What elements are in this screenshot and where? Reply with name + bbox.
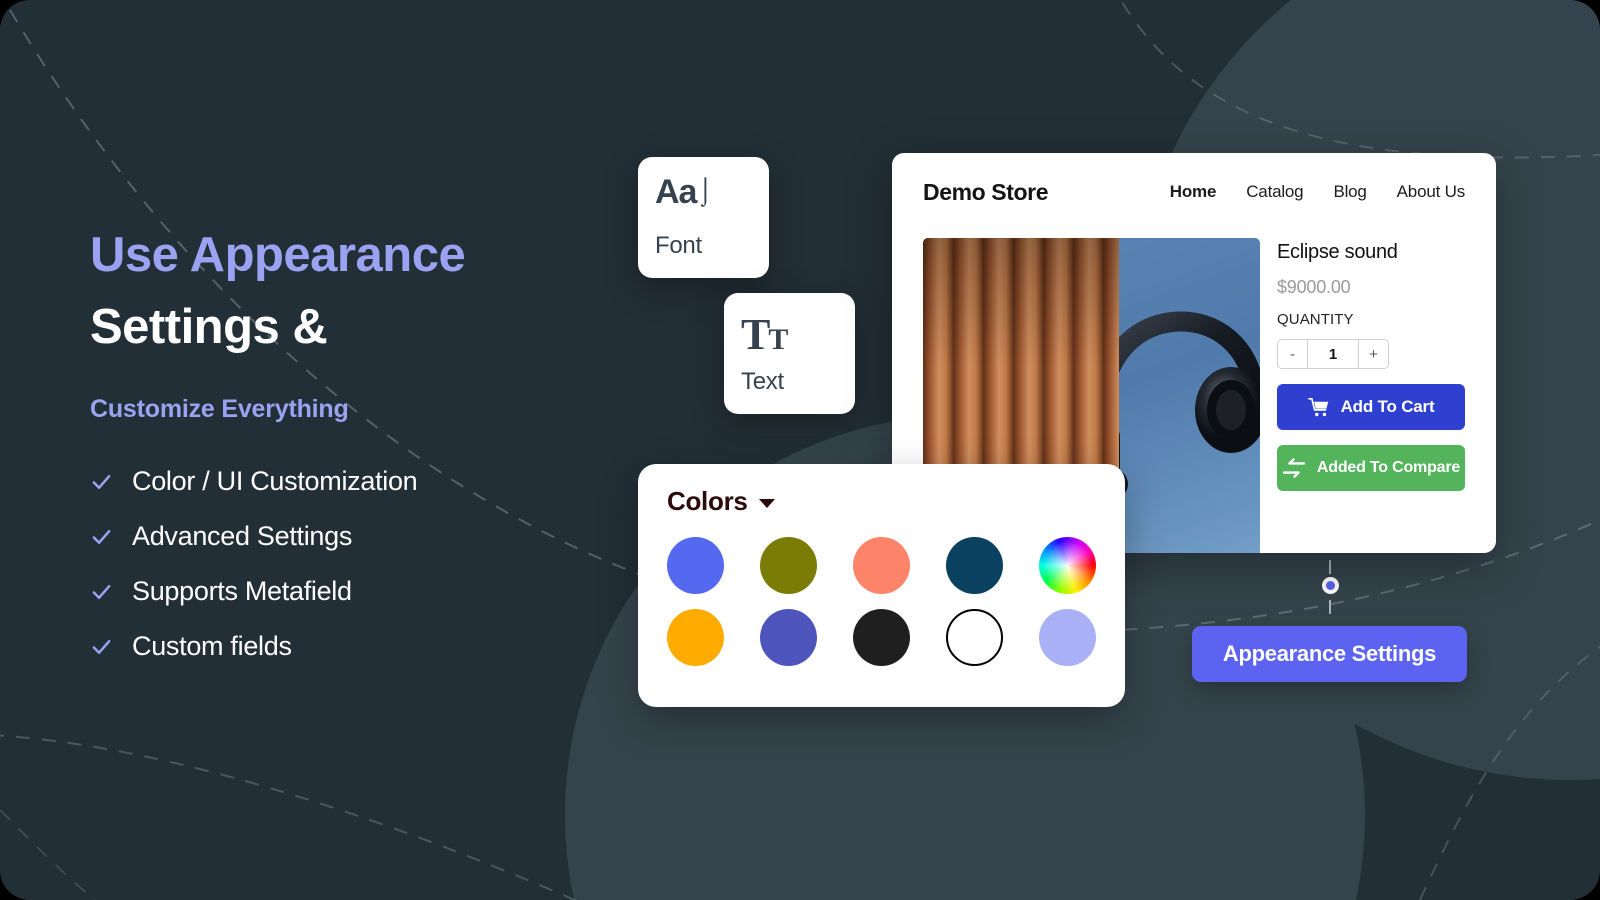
compare-arrows-icon bbox=[1282, 458, 1306, 478]
swatch-color-wheel[interactable] bbox=[1039, 537, 1096, 594]
shopping-cart-icon bbox=[1307, 397, 1328, 417]
connector-line-bottom bbox=[1329, 600, 1331, 614]
swatch-white[interactable] bbox=[946, 609, 1003, 666]
list-item-label: Color / UI Customization bbox=[132, 465, 418, 496]
list-item: Supports Metafield bbox=[90, 576, 650, 607]
connector-line-top bbox=[1329, 560, 1331, 574]
swatch-indigo[interactable] bbox=[760, 609, 817, 666]
connector-dot-inner bbox=[1326, 581, 1335, 590]
swatch-royal-blue[interactable] bbox=[667, 537, 724, 594]
check-icon bbox=[92, 639, 111, 654]
text-cursor-icon: ⌡ bbox=[697, 175, 713, 205]
list-item-label: Custom fields bbox=[132, 630, 292, 661]
swatch-amber[interactable] bbox=[667, 609, 724, 666]
chevron-down-icon[interactable] bbox=[758, 499, 775, 508]
font-setting-card[interactable]: Aa ⌡ Font bbox=[638, 157, 769, 278]
subheadline: Customize Everything bbox=[90, 394, 349, 423]
list-item-label: Supports Metafield bbox=[132, 575, 352, 606]
swatch-periwinkle[interactable] bbox=[1039, 609, 1096, 666]
check-icon bbox=[92, 584, 111, 599]
nav-item-home[interactable]: Home bbox=[1170, 182, 1217, 202]
list-item: Custom fields bbox=[90, 631, 650, 662]
swatch-near-black[interactable] bbox=[853, 609, 910, 666]
check-icon bbox=[92, 529, 111, 544]
quantity-stepper[interactable]: - 1 + bbox=[1277, 339, 1389, 369]
product-title: Eclipse sound bbox=[1277, 241, 1398, 263]
nav-item-blog[interactable]: Blog bbox=[1333, 182, 1366, 202]
list-item: Advanced Settings bbox=[90, 521, 650, 552]
swatch-deep-teal[interactable] bbox=[946, 537, 1003, 594]
colors-panel-header[interactable]: Colors bbox=[667, 486, 775, 517]
quantity-decrement-button[interactable]: - bbox=[1278, 340, 1308, 368]
product-price: $9000.00 bbox=[1277, 277, 1351, 297]
store-brand: Demo Store bbox=[923, 178, 1049, 205]
hero-copy: Use Appearance Settings & Customize Ever… bbox=[90, 228, 650, 686]
feature-list: Color / UI Customization Advanced Settin… bbox=[90, 466, 650, 662]
product-info: Eclipse sound $9000.00 QUANTITY - 1 + Ad… bbox=[1277, 241, 1477, 491]
headline-line-1: Use Appearance bbox=[90, 228, 466, 282]
text-card-label: Text bbox=[741, 368, 784, 395]
list-item: Color / UI Customization bbox=[90, 466, 650, 497]
store-nav: Home Catalog Blog About Us bbox=[1170, 182, 1465, 202]
quantity-increment-button[interactable]: + bbox=[1358, 340, 1388, 368]
list-item-label: Advanced Settings bbox=[132, 520, 353, 551]
check-icon bbox=[92, 474, 111, 489]
headline-line-2: Settings & bbox=[90, 299, 328, 354]
store-header: Demo Store Home Catalog Blog About Us bbox=[892, 153, 1496, 231]
nav-item-catalog[interactable]: Catalog bbox=[1246, 182, 1303, 202]
promo-canvas: Use Appearance Settings & Customize Ever… bbox=[0, 0, 1600, 900]
add-to-cart-label: Add To Cart bbox=[1340, 397, 1435, 416]
quantity-label: QUANTITY bbox=[1277, 311, 1354, 328]
text-setting-card[interactable]: TT Text bbox=[724, 293, 855, 414]
added-to-compare-label: Added To Compare bbox=[1316, 459, 1461, 476]
text-glyph: TT bbox=[741, 310, 789, 359]
nav-item-about-us[interactable]: About Us bbox=[1397, 182, 1466, 202]
color-swatch-grid bbox=[667, 537, 1096, 666]
colors-panel-title: Colors bbox=[667, 486, 748, 516]
connector-dot bbox=[1322, 577, 1339, 594]
font-glyph: Aa ⌡ bbox=[655, 173, 713, 211]
swatch-olive[interactable] bbox=[760, 537, 817, 594]
appearance-settings-button[interactable]: Appearance Settings bbox=[1192, 626, 1467, 682]
added-to-compare-button[interactable]: Added To Compare bbox=[1277, 445, 1465, 491]
font-card-label: Font bbox=[655, 232, 702, 259]
colors-panel: Colors bbox=[638, 464, 1125, 707]
add-to-cart-button[interactable]: Add To Cart bbox=[1277, 384, 1465, 430]
quantity-value[interactable]: 1 bbox=[1308, 340, 1358, 368]
swatch-salmon[interactable] bbox=[853, 537, 910, 594]
